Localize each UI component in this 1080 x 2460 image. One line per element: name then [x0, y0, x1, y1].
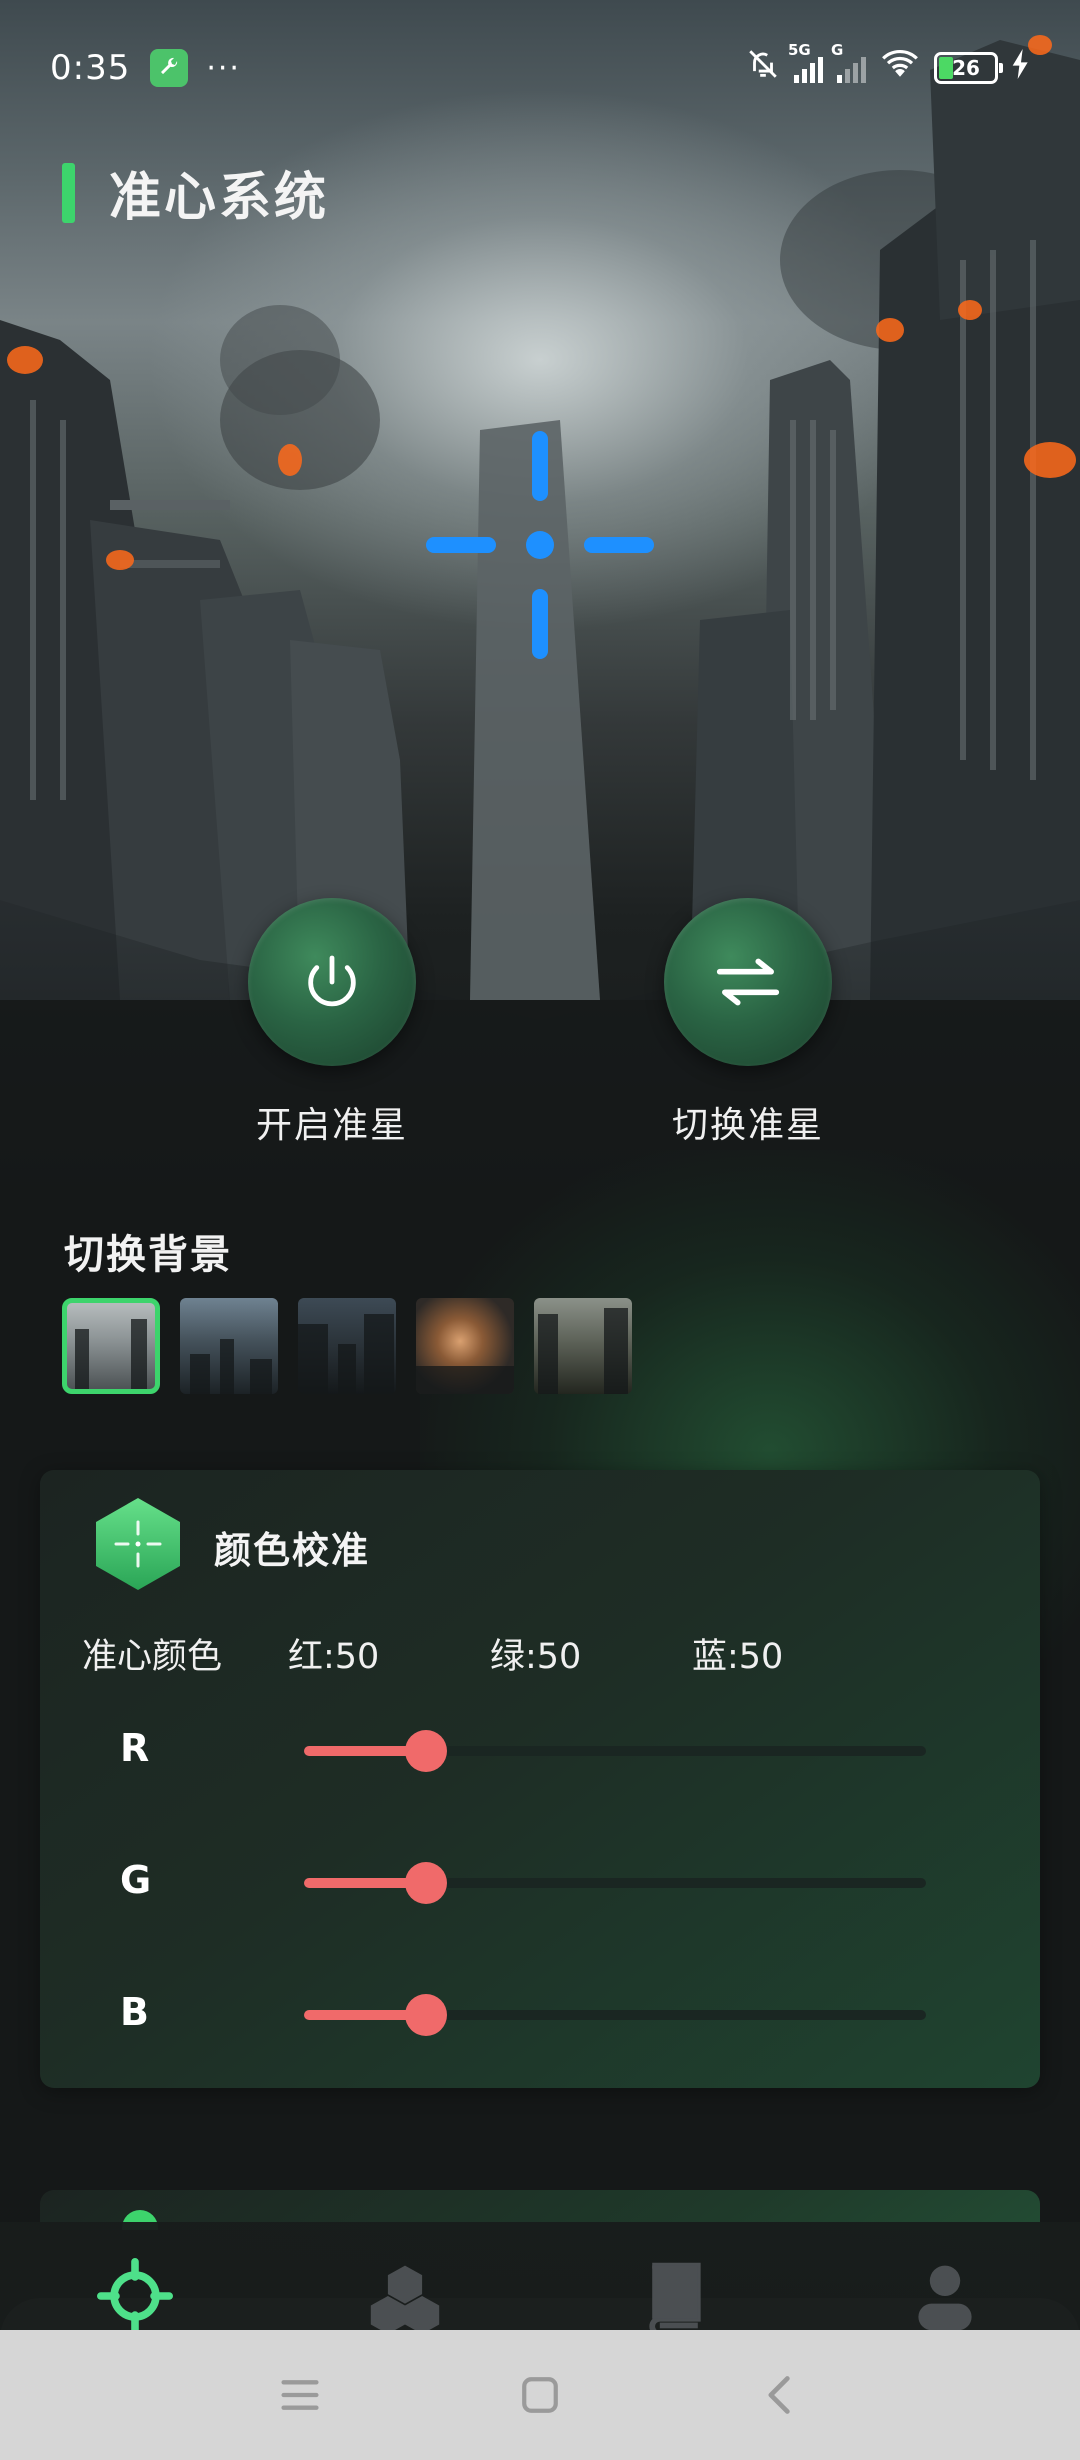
red-value: 红:50 — [288, 1637, 380, 1677]
slider-row-g: G — [40, 1852, 1040, 1912]
background-thumb-2[interactable] — [180, 1298, 278, 1394]
back-icon — [768, 2376, 790, 2414]
color-calibration-card: 颜色校准 准心颜色 红:50 绿:50 蓝:50 R G B — [40, 1470, 1040, 2088]
background-thumb-4[interactable] — [416, 1298, 514, 1394]
status-bar: 0:35 ··· 5G G 26 — [0, 0, 1080, 136]
nav-tools[interactable] — [365, 2256, 445, 2336]
slider-row-b: B — [40, 1984, 1040, 2044]
power-icon — [308, 955, 356, 1007]
menu-button[interactable] — [270, 2370, 330, 2420]
green-value: 绿:50 — [490, 1637, 582, 1677]
background-thumb-1[interactable] — [62, 1298, 160, 1394]
header-accent-bar — [62, 162, 75, 223]
blue-value: 蓝:50 — [692, 1637, 784, 1677]
signal-icon: 5G — [788, 41, 823, 83]
bell-muted-icon — [746, 47, 780, 90]
crosshair-preview — [420, 425, 660, 665]
switch-crosshair-button[interactable] — [664, 898, 832, 1066]
slider-label-b: B — [120, 1990, 149, 2034]
green-slider[interactable] — [304, 1862, 926, 1904]
menu-icon — [281, 2380, 319, 2410]
background-thumbnails — [62, 1298, 632, 1394]
blue-slider-thumb[interactable] — [405, 1994, 447, 2036]
status-time: 0:35 — [50, 48, 131, 88]
crosshair-hexagon-icon — [96, 1498, 180, 1590]
network-type-2: G — [831, 41, 844, 59]
network-type-1: 5G — [788, 41, 811, 59]
battery-indicator: 26 — [934, 52, 1003, 84]
charging-icon — [1012, 48, 1030, 88]
blue-slider[interactable] — [304, 1994, 926, 2036]
back-button[interactable] — [750, 2370, 810, 2420]
wrench-icon — [150, 49, 189, 87]
status-icons: 5G G 26 — [746, 41, 1030, 90]
more-notifications: ··· — [206, 50, 241, 86]
crosshair-icon — [426, 431, 654, 659]
slider-label-g: G — [120, 1858, 152, 1902]
switch-crosshair-action[interactable]: 切换准星 — [664, 898, 832, 1148]
green-slider-thumb[interactable] — [405, 1862, 447, 1904]
nav-crosshair[interactable] — [95, 2256, 175, 2336]
system-navigation-bar — [0, 2330, 1080, 2460]
calibration-title: 颜色校准 — [214, 1529, 370, 1572]
switch-crosshair-label: 切换准星 — [671, 1105, 824, 1146]
background-section-title: 切换背景 — [64, 1232, 232, 1278]
page-header: 准心系统 — [62, 155, 329, 230]
signal-icon-secondary: G — [831, 41, 866, 83]
battery-level: 26 — [952, 56, 980, 80]
crosshair-color-label: 准心颜色 — [82, 1637, 223, 1677]
red-slider[interactable] — [304, 1730, 926, 1772]
nav-guide[interactable] — [635, 2256, 715, 2336]
toggle-crosshair-action[interactable]: 开启准星 — [248, 898, 416, 1148]
user-icon — [918, 2265, 972, 2331]
book-icon — [649, 2262, 701, 2334]
home-button[interactable] — [510, 2370, 570, 2420]
crosshair-icon — [97, 2258, 173, 2334]
background-thumb-3[interactable] — [298, 1298, 396, 1394]
nav-profile[interactable] — [905, 2256, 985, 2336]
slider-label-r: R — [120, 1726, 150, 1770]
red-slider-thumb[interactable] — [405, 1730, 447, 1772]
cubes-icon — [370, 2265, 440, 2334]
home-icon — [522, 2377, 558, 2413]
page-title: 准心系统 — [109, 168, 330, 228]
wifi-icon — [880, 48, 920, 89]
toggle-crosshair-label: 开启准星 — [255, 1105, 408, 1146]
background-thumb-5[interactable] — [534, 1298, 632, 1394]
swap-arrows-icon — [716, 958, 780, 1006]
toggle-crosshair-button[interactable] — [248, 898, 416, 1066]
slider-row-r: R — [40, 1720, 1040, 1780]
